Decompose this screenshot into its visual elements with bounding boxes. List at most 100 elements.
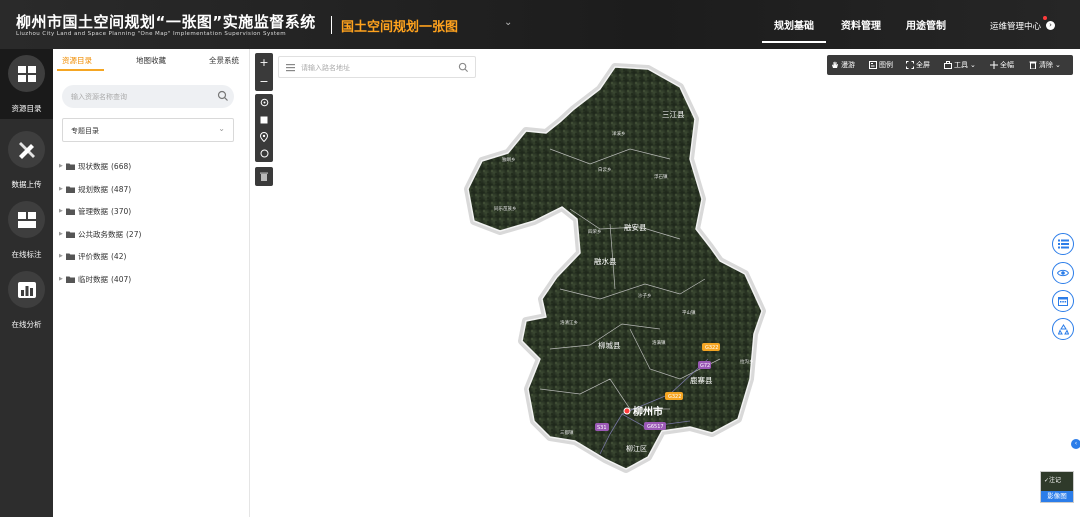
tree-item-label: 现状数据	[78, 161, 108, 171]
tree-item-count: (27)	[126, 229, 142, 239]
chevron-down-icon: ⌄	[970, 61, 976, 69]
map-label-luzhai: 鹿寨县	[690, 375, 713, 385]
liuzhou-satellite-map[interactable]: 三江县 融安县 融水县 柳城县 鹿寨县 柳江区 洋溪乡 独峒乡 同乐苗族乡 白云…	[250, 49, 1080, 517]
nav-planning-basis[interactable]: 规划基础	[762, 17, 826, 43]
folder-icon	[66, 163, 75, 170]
caret-right-icon[interactable]: ▶	[59, 163, 66, 169]
caret-right-icon[interactable]: ▶	[59, 208, 66, 214]
fullscreen-button[interactable]: 全屏	[906, 60, 930, 70]
collapse-panel-button[interactable]: ‹	[1071, 439, 1080, 449]
legend-button[interactable]: 图例	[869, 60, 893, 70]
map-canvas[interactable]: 三江县 融安县 融水县 柳城县 鹿寨县 柳江区 洋溪乡 独峒乡 同乐苗族乡 白云…	[250, 49, 1080, 517]
active-tab-indicator	[57, 69, 104, 71]
caret-right-icon[interactable]: ▶	[59, 186, 66, 192]
toolbar-label: 清除	[1039, 61, 1053, 69]
tree-item-label: 临时数据	[78, 274, 108, 284]
address-search-input[interactable]: 请输入路名地址	[278, 56, 476, 78]
module-title[interactable]: 国土空间规划一张图	[341, 16, 458, 35]
menu-icon[interactable]	[286, 63, 295, 72]
search-icon[interactable]	[217, 90, 229, 102]
tree-item[interactable]: ▶ 临时数据 (407)	[59, 272, 131, 286]
chevron-down-icon[interactable]: ⌄	[504, 17, 512, 28]
shield-g6517: G6517	[647, 424, 664, 430]
tree-item[interactable]: ▶ 规划数据 (487)	[59, 182, 131, 196]
resource-panel: 资源目录 地图收藏 全景系统 输入资源名称查询 专题目录 ⌄ ▶ 现状数据 (668…	[53, 49, 250, 517]
tab-resource-catalog[interactable]: 资源目录	[62, 55, 92, 66]
recycle-button[interactable]	[1052, 318, 1074, 340]
map-label-town: 三都镇	[560, 429, 574, 436]
grid-icon	[8, 201, 45, 238]
arrow-circle-icon[interactable]: ›	[1046, 21, 1055, 30]
search-icon[interactable]	[458, 62, 469, 73]
draw-rectangle-button[interactable]	[255, 111, 273, 128]
annotation-toggle[interactable]: ✓注记	[1044, 475, 1061, 484]
tree-item[interactable]: ▶ 公共政务数据 (27)	[59, 227, 141, 241]
tools-dropdown[interactable]: 工具 ⌄	[944, 60, 976, 70]
ops-center-link[interactable]: 运维管理中心	[990, 20, 1041, 32]
chart-icon	[8, 271, 45, 308]
folder-icon	[66, 186, 75, 193]
zoom-out-button[interactable]: −	[255, 72, 273, 91]
app-header: 柳州市国土空间规划“一张图”实施监督系统 Liuzhou City Land a…	[0, 0, 1080, 49]
draw-circle-button[interactable]	[255, 145, 273, 162]
tree-item[interactable]: ▶ 现状数据 (668)	[59, 159, 131, 173]
nav-data-management[interactable]: 资料管理	[841, 17, 881, 32]
tree-item-count: (407)	[111, 274, 132, 284]
square-icon	[260, 116, 268, 123]
map-label-sanjiang: 三江县	[662, 110, 685, 119]
pan-button[interactable]: 漫游	[831, 60, 855, 70]
tree-item-label: 公共政务数据	[78, 229, 123, 239]
map-label-town: 沙子乡	[638, 292, 652, 299]
rail-item-online-annotation[interactable]: 在线标注	[0, 195, 53, 265]
tab-panorama[interactable]: 全景系统	[209, 55, 239, 66]
tree-item-count: (487)	[111, 184, 132, 194]
nav-use-control[interactable]: 用途管制	[906, 17, 946, 32]
map-label-liujiang: 柳江区	[626, 444, 647, 453]
calendar-button[interactable]	[1052, 290, 1074, 312]
hand-icon	[832, 61, 838, 68]
draw-polygon-button[interactable]	[255, 94, 273, 111]
toolbar-label: 漫游	[841, 61, 855, 69]
app-title-english: Liuzhou City Land and Space Planning "On…	[16, 31, 286, 37]
rail-item-resource-catalog[interactable]: 资源目录	[0, 49, 53, 119]
layer-list-button[interactable]	[1052, 233, 1074, 255]
tree-item[interactable]: ▶ 管理数据 (370)	[59, 204, 131, 218]
basemap-label: 影像图	[1041, 491, 1073, 502]
pencil-ruler-icon	[8, 131, 45, 168]
map-label-town: 拉沟乡	[740, 358, 754, 365]
move-icon	[990, 61, 998, 69]
rail-label: 数据上传	[11, 180, 42, 189]
map-label-town: 洛清江乡	[560, 319, 578, 326]
clear-dropdown[interactable]: 清除 ⌄	[1029, 60, 1061, 70]
notification-dot	[1043, 16, 1047, 20]
topic-catalog-select[interactable]: 专题目录 ⌄	[62, 118, 234, 142]
caret-right-icon[interactable]: ▶	[59, 253, 66, 259]
tree-item-label: 管理数据	[78, 206, 108, 216]
draw-point-button[interactable]	[255, 128, 273, 145]
recycle-icon	[1057, 323, 1069, 334]
rail-item-online-analysis[interactable]: 在线分析	[0, 265, 53, 335]
caret-right-icon[interactable]: ▶	[59, 231, 66, 237]
polygon-icon	[260, 98, 268, 107]
rail-label: 在线分析	[11, 320, 42, 329]
shield-g72: G72	[700, 363, 710, 369]
tree-item-label: 评价数据	[78, 251, 108, 261]
tree-item[interactable]: ▶ 评价数据 (42)	[59, 249, 126, 263]
select-value: 专题目录	[71, 127, 99, 135]
zoom-in-button[interactable]: +	[255, 53, 273, 72]
resource-search-input[interactable]: 输入资源名称查询	[62, 85, 234, 108]
folder-icon	[66, 253, 75, 260]
search-placeholder: 输入资源名称查询	[71, 93, 127, 101]
caret-right-icon[interactable]: ▶	[59, 276, 66, 282]
visibility-button[interactable]	[1052, 262, 1074, 284]
toolbar-label: 全屏	[916, 61, 930, 69]
rail-item-data-upload[interactable]: 数据上传	[0, 125, 53, 195]
clear-drawings-button[interactable]	[255, 167, 273, 186]
full-extent-button[interactable]: 全幅	[990, 60, 1014, 70]
map-label-rongan: 融安县	[624, 222, 647, 232]
tab-map-favorites[interactable]: 地图收藏	[136, 55, 166, 66]
basemap-switcher[interactable]: ✓注记 影像图	[1040, 471, 1074, 503]
map-label-liuzhou: 柳州市	[633, 405, 663, 418]
folder-icon	[66, 276, 75, 283]
map-label-town: 洋溪乡	[612, 130, 626, 137]
